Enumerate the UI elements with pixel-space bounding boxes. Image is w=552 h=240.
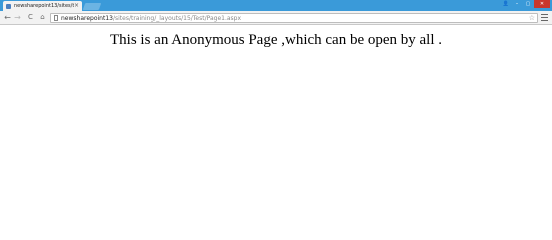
new-tab-button[interactable] xyxy=(82,3,102,10)
browser-tab[interactable]: newsharepoint13/sites/tra × xyxy=(3,1,82,11)
browser-toolbar: ← → C ⌂ newsharepoint13/sites/training/_… xyxy=(0,11,552,25)
home-icon[interactable]: ⌂ xyxy=(38,13,47,22)
url-path: /sites/training/_layouts/15/Test/Page1.a… xyxy=(112,14,242,22)
address-bar[interactable]: newsharepoint13/sites/training/_layouts/… xyxy=(50,13,538,23)
window-controls: 👤 – ▢ ✕ xyxy=(500,0,550,8)
url-host: newsharepoint13 xyxy=(61,14,113,22)
restore-button[interactable]: ▢ xyxy=(523,0,533,8)
close-window-button[interactable]: ✕ xyxy=(534,0,550,8)
minimize-button[interactable]: – xyxy=(512,0,522,8)
bookmark-star-icon[interactable]: ☆ xyxy=(529,14,535,23)
back-arrow-icon[interactable]: ← xyxy=(3,13,12,22)
page-icon xyxy=(54,15,58,21)
user-icon[interactable]: 👤 xyxy=(501,0,511,8)
favicon-icon xyxy=(6,3,11,9)
tab-title: newsharepoint13/sites/tra xyxy=(14,3,74,9)
menu-icon[interactable] xyxy=(541,14,549,22)
browser-titlebar: newsharepoint13/sites/tra × 👤 – ▢ ✕ xyxy=(0,0,552,11)
url-text[interactable]: newsharepoint13/sites/training/_layouts/… xyxy=(61,15,241,22)
reload-icon[interactable]: C xyxy=(26,13,35,22)
page-heading: This is an Anonymous Page ,which can be … xyxy=(109,32,443,48)
tab-close-icon[interactable]: × xyxy=(74,2,79,10)
forward-arrow-icon[interactable]: → xyxy=(13,13,22,22)
page-content: This is an Anonymous Page ,which can be … xyxy=(0,26,552,211)
